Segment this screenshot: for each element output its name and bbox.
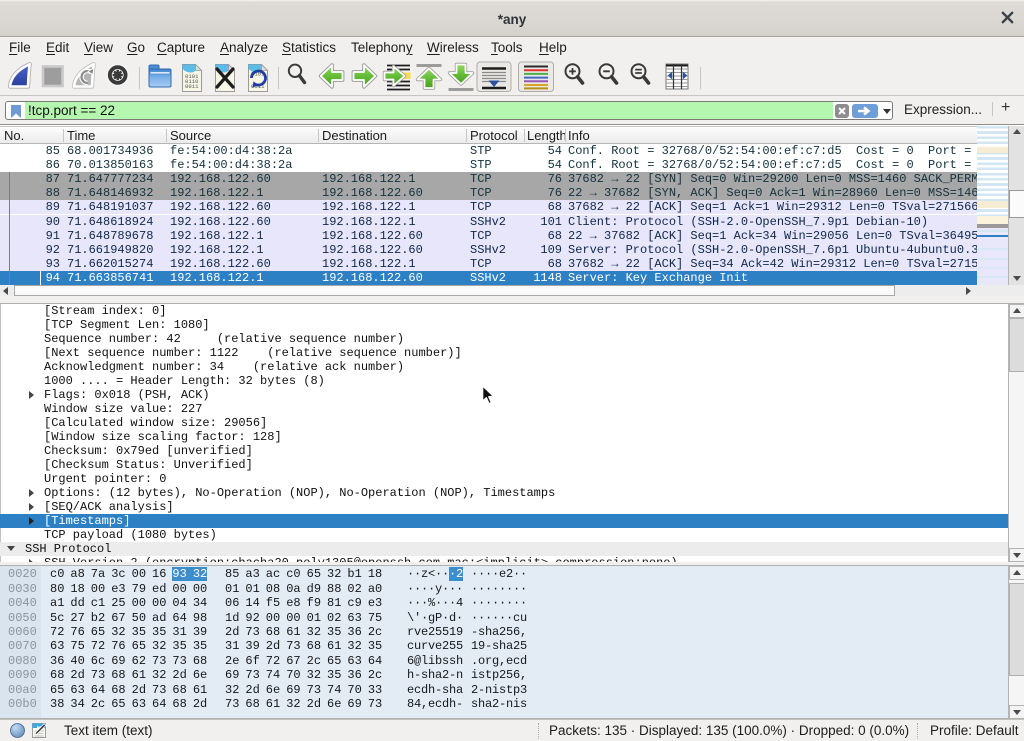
svg-text:0011: 0011 bbox=[185, 83, 199, 90]
